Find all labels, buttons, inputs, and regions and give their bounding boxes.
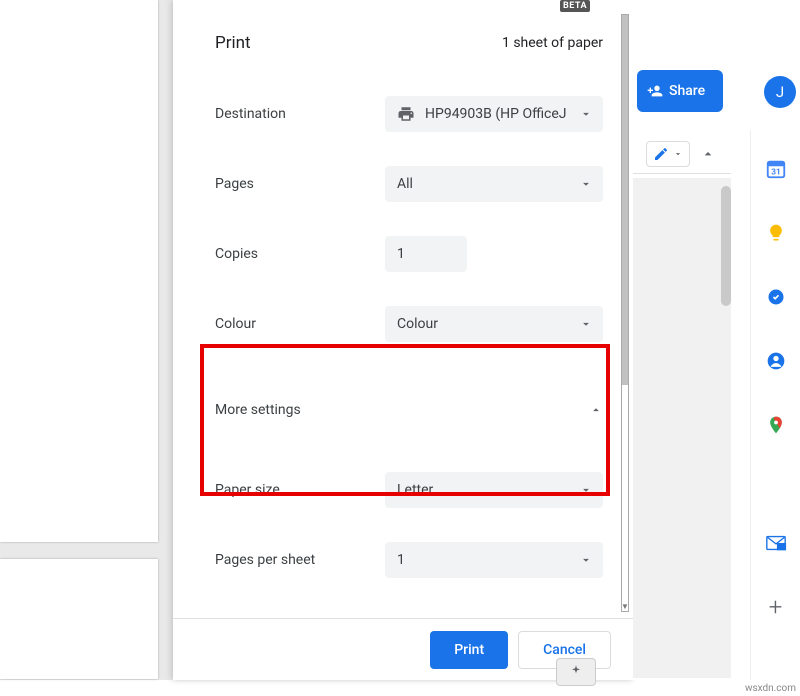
keep-icon[interactable] (765, 222, 787, 244)
pages-per-sheet-value: 1 (397, 552, 405, 568)
beta-badge: BETA (560, 0, 590, 12)
person-add-icon (647, 83, 663, 99)
pages-value: All (397, 176, 413, 192)
chevron-down-icon (579, 553, 593, 567)
chevron-down-icon (579, 107, 593, 121)
colour-row: Colour Colour (215, 306, 603, 342)
copies-value: 1 (397, 246, 405, 262)
copies-input[interactable]: 1 (385, 236, 467, 272)
pages-per-sheet-select[interactable]: 1 (385, 542, 603, 578)
colour-label: Colour (215, 316, 385, 332)
explore-button[interactable] (556, 658, 596, 686)
chevron-down-icon (579, 177, 593, 191)
document-scrollbar-thumb[interactable] (721, 186, 731, 306)
copies-label: Copies (215, 246, 385, 262)
pages-label: Pages (215, 176, 385, 192)
destination-label: Destination (215, 106, 385, 122)
chevron-up-icon (700, 146, 716, 162)
contacts-icon[interactable] (765, 350, 787, 372)
calendar-icon[interactable]: 31 (765, 158, 787, 180)
pages-row: Pages All (215, 166, 603, 202)
document-area-sliver (633, 178, 731, 678)
paper-size-select[interactable]: Letter (385, 472, 603, 508)
chevron-down-icon (579, 317, 593, 331)
share-label: Share (669, 83, 705, 99)
paper-size-label: Paper size (215, 482, 385, 498)
colour-select[interactable]: Colour (385, 306, 603, 342)
svg-text:31: 31 (771, 168, 780, 178)
destination-select[interactable]: HP94903B (HP OfficeJ (385, 96, 603, 132)
copies-row: Copies 1 (215, 236, 603, 272)
paper-size-row: Paper size Letter (215, 472, 603, 508)
dialog-scrollbar-thumb[interactable] (622, 15, 628, 385)
chevron-down-icon (579, 483, 593, 497)
sparkle-icon (568, 664, 584, 680)
side-panel-rail: 31 + (750, 130, 800, 680)
preview-page-1 (0, 0, 158, 542)
print-dialog-body: Print 1 sheet of paper Destination HP949… (173, 14, 621, 604)
chevron-up-icon (589, 403, 603, 417)
add-addon-button[interactable]: + (765, 596, 787, 618)
paper-size-value: Letter (397, 482, 433, 498)
more-settings-toggle[interactable]: More settings (215, 392, 603, 428)
toolbar-right-segment (633, 134, 731, 174)
destination-value: HP94903B (HP OfficeJ (425, 106, 567, 122)
chevron-down-icon (673, 149, 683, 159)
print-preview-column (0, 0, 173, 680)
mail-addon-icon[interactable] (765, 532, 787, 554)
print-dialog: Print 1 sheet of paper Destination HP949… (173, 0, 633, 680)
collapse-toolbar-button[interactable] (698, 144, 718, 164)
editing-mode-button[interactable] (646, 141, 690, 167)
sheet-count: 1 sheet of paper (502, 35, 603, 51)
maps-icon[interactable] (765, 414, 787, 436)
tasks-icon[interactable] (765, 286, 787, 308)
print-title: Print (215, 33, 251, 53)
print-dialog-header: Print 1 sheet of paper (215, 26, 603, 60)
watermark-text: wsxdn.com (745, 683, 796, 694)
colour-value: Colour (397, 316, 438, 332)
pencil-icon (653, 146, 669, 162)
avatar-initial: J (776, 83, 784, 101)
more-settings-label: More settings (215, 402, 301, 418)
destination-row: Destination HP94903B (HP OfficeJ (215, 96, 603, 132)
preview-page-2 (0, 559, 158, 679)
pages-per-sheet-label: Pages per sheet (215, 552, 385, 568)
pages-per-sheet-row: Pages per sheet 1 (215, 542, 603, 578)
share-button[interactable]: Share (637, 70, 723, 112)
pages-select[interactable]: All (385, 166, 603, 202)
account-avatar[interactable]: J (764, 76, 796, 108)
scroll-down-arrow-icon[interactable]: ▼ (621, 602, 629, 612)
print-button[interactable]: Print (430, 631, 508, 669)
printer-icon (397, 105, 415, 123)
